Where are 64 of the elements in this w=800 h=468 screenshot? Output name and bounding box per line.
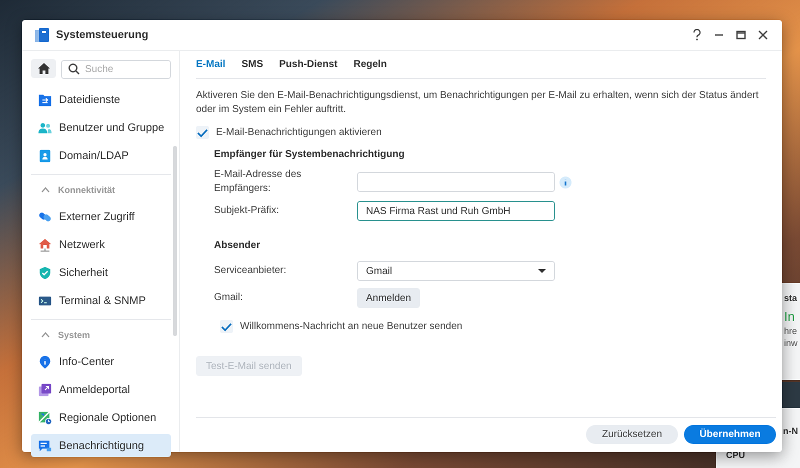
reset-button[interactable]: Zurücksetzen bbox=[586, 424, 678, 444]
sidebar-group-title: Konnektivität bbox=[58, 185, 116, 195]
sidebar-item[interactable]: Dateidienste bbox=[31, 88, 171, 111]
apply-button[interactable]: Übernehmen bbox=[684, 424, 776, 444]
widget-text: hre bbox=[784, 326, 798, 336]
app-icon bbox=[34, 27, 50, 43]
checkbox[interactable] bbox=[196, 126, 209, 139]
section-heading: Absender bbox=[214, 240, 262, 251]
sidebar-item[interactable]: Info-Center bbox=[31, 350, 171, 373]
maximize-icon[interactable] bbox=[736, 30, 746, 40]
terminal-icon bbox=[38, 294, 52, 308]
sidebar-item[interactable]: Benutzer und Gruppe bbox=[31, 116, 171, 139]
sidebar-item[interactable]: Domain/LDAP bbox=[31, 144, 171, 167]
checkbox[interactable] bbox=[220, 320, 233, 333]
checkbox-label: Willkommens-Nachricht an neue Benutzer senden bbox=[240, 321, 462, 332]
window-title: Systemsteuerung bbox=[56, 29, 148, 41]
tab[interactable]: Regeln bbox=[353, 59, 393, 78]
info-pin-icon bbox=[38, 354, 52, 368]
section-heading: Empfänger für Systembenachrichtigung bbox=[214, 149, 406, 160]
text-field[interactable] bbox=[357, 172, 555, 192]
widget-text: CPU bbox=[725, 450, 746, 460]
home-button[interactable] bbox=[31, 59, 56, 78]
sidebar-group-title: System bbox=[58, 330, 90, 340]
info-icon[interactable] bbox=[559, 176, 572, 188]
sidebar-item[interactable]: Terminal & SNMP bbox=[31, 289, 171, 312]
tab[interactable]: Push-Dienst bbox=[279, 59, 344, 78]
dropdown[interactable]: Gmail bbox=[357, 261, 555, 281]
id-card-icon bbox=[38, 148, 52, 162]
sidebar-item[interactable]: Benachrichtigung bbox=[31, 434, 171, 457]
field-label: Gmail: bbox=[214, 291, 244, 305]
widget-title: sta bbox=[784, 292, 798, 303]
field-label: E-Mail-Adresse des Empfängers: bbox=[214, 168, 302, 196]
home-icon bbox=[38, 63, 50, 74]
text-field[interactable]: NAS Firma Rast und Ruh GmbH bbox=[357, 201, 555, 221]
collapse-caret-icon[interactable] bbox=[41, 187, 50, 193]
sidebar-item[interactable]: Externer Zugriff bbox=[31, 205, 171, 228]
link-icon bbox=[38, 210, 52, 224]
help-icon[interactable] bbox=[692, 29, 702, 41]
description-text: Aktiveren Sie den E-Mail-Benachrichtigungsdienst, um Benachrichtigungen per E-Mail zu erhalten, wenn sich der Status ändert oder im System ein Fehler auftritt. bbox=[196, 89, 760, 117]
field-label: Serviceanbieter: bbox=[214, 264, 288, 278]
tab[interactable]: SMS bbox=[241, 59, 270, 78]
caret-icon bbox=[538, 269, 546, 273]
shield-check-icon bbox=[38, 266, 52, 280]
sidebar-item[interactable]: Anmeldeportal bbox=[31, 378, 171, 401]
search-icon bbox=[68, 63, 80, 75]
checkbox-label: E-Mail-Benachrichtigungen aktivieren bbox=[216, 127, 382, 138]
sidebar-item[interactable]: Sicherheit bbox=[31, 261, 171, 284]
field-label: Subjekt-Präfix: bbox=[214, 204, 280, 218]
folder-arrows-icon bbox=[38, 92, 52, 106]
portal-icon bbox=[38, 382, 52, 396]
users-icon bbox=[38, 120, 52, 134]
house-network-icon bbox=[38, 238, 52, 252]
close-icon[interactable] bbox=[758, 30, 768, 40]
widget-status: In bbox=[784, 309, 796, 324]
collapse-caret-icon[interactable] bbox=[41, 332, 50, 338]
sidebar-item[interactable]: Netzwerk bbox=[31, 233, 171, 256]
widget-title: n-N bbox=[783, 426, 798, 436]
sidebar-item[interactable]: Regionale Optionen bbox=[31, 406, 171, 429]
tab[interactable]: E-Mail bbox=[196, 59, 232, 78]
sign-in-button[interactable]: Anmelden bbox=[357, 288, 420, 308]
message-icon bbox=[38, 438, 52, 452]
search-field[interactable]: Suche bbox=[61, 60, 171, 79]
widget-text: inw bbox=[784, 338, 799, 348]
map-clock-icon bbox=[38, 410, 52, 424]
